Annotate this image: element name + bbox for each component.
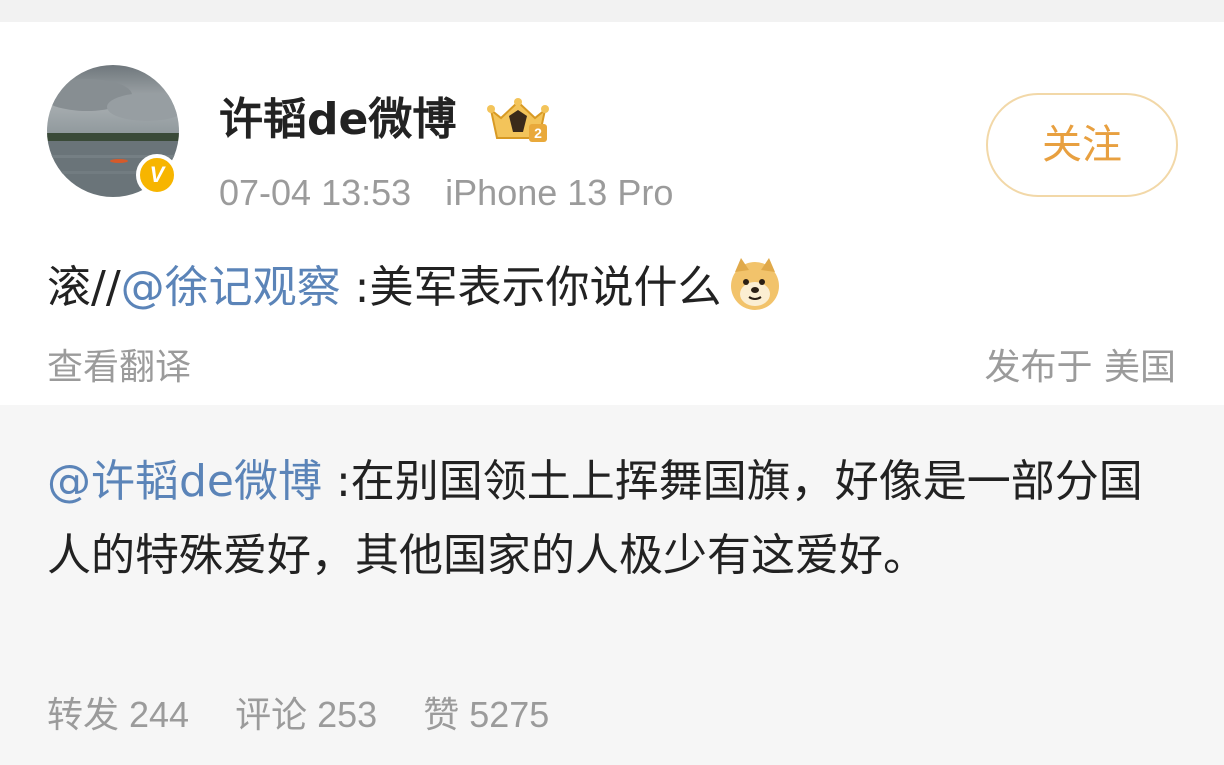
repost-content: @许韬de微博 :在别国领土上挥舞国旗，好像是一部分国人的特殊爱好，其他国家的人… bbox=[47, 445, 1183, 593]
comment-count-button[interactable]: 评论 253 bbox=[235, 691, 377, 740]
verified-v-icon: V bbox=[136, 154, 178, 196]
post-time: 07-04 13:53 bbox=[219, 172, 412, 213]
like-count-button[interactable]: 赞 5275 bbox=[423, 691, 549, 740]
like-label: 赞 bbox=[423, 695, 460, 736]
weibo-post-page: V 许韬de微博 2 07-04 13:53 iPhone 13 Pro 关注 滚… bbox=[0, 0, 1224, 765]
repost-count: 244 bbox=[129, 694, 190, 735]
comment-label: 评论 bbox=[235, 695, 308, 736]
author-name[interactable]: 许韬de微博 bbox=[219, 92, 456, 148]
top-divider bbox=[0, 0, 1224, 22]
post-content: 滚//@徐记观察 :美军表示你说什么 bbox=[47, 256, 783, 320]
repost-stats: 转发 244 评论 253 赞 5275 bbox=[47, 691, 595, 740]
follow-button[interactable]: 关注 bbox=[986, 93, 1178, 197]
like-count: 5275 bbox=[469, 694, 550, 735]
post-location: 发布于 美国 bbox=[984, 347, 1176, 388]
post-card: V 许韬de微博 2 07-04 13:53 iPhone 13 Pro 关注 滚… bbox=[0, 22, 1224, 405]
crown-level-icon: 2 bbox=[487, 98, 549, 142]
svg-text:2: 2 bbox=[534, 125, 542, 141]
mention-link[interactable]: @徐记观察 bbox=[121, 262, 341, 313]
doge-icon bbox=[731, 258, 780, 310]
post-text-body: :美军表示你说什么 bbox=[340, 262, 722, 313]
post-text-prefix: 滚// bbox=[47, 262, 121, 313]
repost-count-button[interactable]: 转发 244 bbox=[47, 691, 189, 740]
repost-label: 转发 bbox=[47, 695, 120, 736]
post-device: iPhone 13 Pro bbox=[445, 172, 674, 213]
comment-count: 253 bbox=[317, 694, 378, 735]
repost-author-mention[interactable]: @许韬de微博 bbox=[47, 456, 322, 507]
post-meta: 07-04 13:53 iPhone 13 Pro bbox=[219, 170, 673, 216]
translate-link[interactable]: 查看翻译 bbox=[47, 344, 191, 392]
reposted-card[interactable]: @许韬de微博 :在别国领土上挥舞国旗，好像是一部分国人的特殊爱好，其他国家的人… bbox=[0, 405, 1224, 765]
